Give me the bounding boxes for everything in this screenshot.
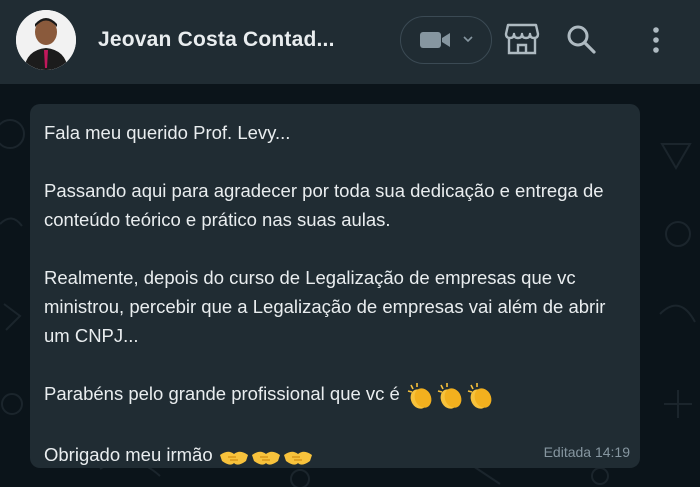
store-icon[interactable] xyxy=(504,22,540,56)
video-camera-icon xyxy=(420,32,450,48)
message-bubble[interactable]: Fala meu querido Prof. Levy... Passando … xyxy=(30,104,640,468)
message-meta: Editada 14:19 xyxy=(544,444,630,460)
message-line-greeting: Fala meu querido Prof. Levy... xyxy=(44,122,291,143)
handshake-emoji xyxy=(283,452,312,465)
edited-label: Editada xyxy=(543,444,592,460)
clapping-hands-emoji xyxy=(467,382,492,409)
chevron-down-icon xyxy=(463,36,473,43)
congrats-text: Parabéns pelo grande profissional que vc… xyxy=(44,383,400,404)
avatar[interactable] xyxy=(16,10,76,70)
clapping-hands-emoji xyxy=(437,382,462,409)
contact-name[interactable]: Jeovan Costa Contad... xyxy=(98,28,358,52)
message-text: Fala meu querido Prof. Levy... Passando … xyxy=(44,118,634,470)
clapping-hands-emoji-group xyxy=(405,380,495,411)
handshake-emoji-group xyxy=(218,441,314,470)
message-time: 14:19 xyxy=(594,444,630,460)
closing-text: Obrigado meu irmão xyxy=(44,443,213,465)
search-icon[interactable] xyxy=(566,24,598,56)
handshake-emoji xyxy=(251,452,280,465)
message-line-thanks: Passando aqui para agradecer por toda su… xyxy=(44,180,604,230)
handshake-emoji xyxy=(219,452,248,465)
chat-area: Fala meu querido Prof. Levy... Passando … xyxy=(0,84,700,487)
message-line-congrats: Parabéns pelo grande profissional que vc… xyxy=(44,379,634,411)
video-call-button[interactable] xyxy=(400,16,492,64)
message-line-course: Realmente, depois do curso de Legalizaçã… xyxy=(44,267,606,346)
clapping-hands-emoji xyxy=(407,382,432,409)
chat-header: Jeovan Costa Contad... xyxy=(0,0,700,84)
menu-icon[interactable] xyxy=(650,26,662,54)
